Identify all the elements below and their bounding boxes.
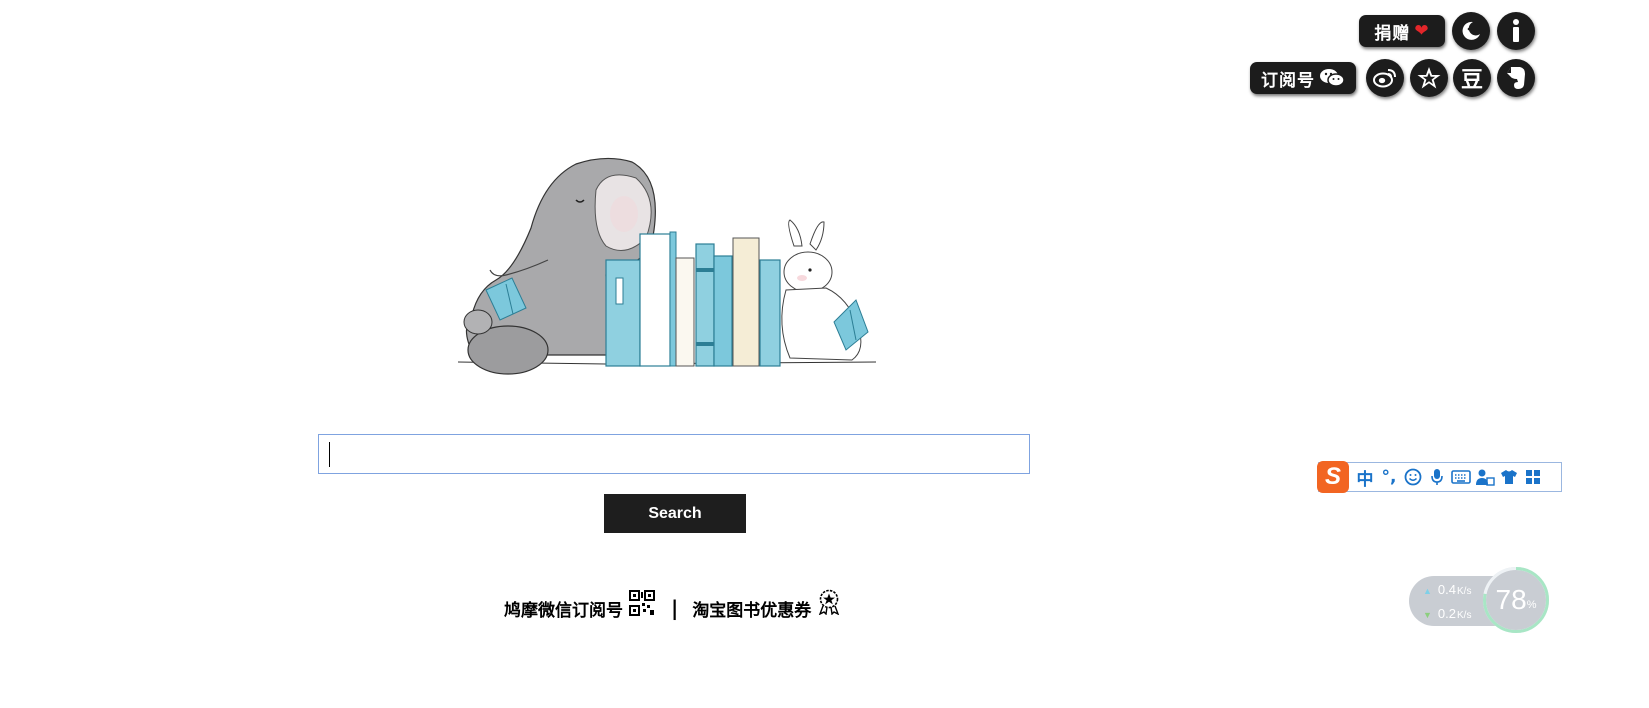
link-separator: | <box>671 596 679 620</box>
evernote-icon-svg <box>1507 67 1525 89</box>
reading-elephant-bunny-illustration <box>457 157 877 375</box>
wechat-subscribe-label: 鸠摩微信订阅号 <box>504 600 623 621</box>
subscribe-label: 订阅号 <box>1261 70 1315 91</box>
keyboard-icon[interactable] <box>1449 464 1473 490</box>
subscribe-button[interactable]: 订阅号 <box>1250 62 1356 94</box>
weibo-icon-svg <box>1373 69 1396 88</box>
ime-punct-toggle[interactable]: °, <box>1377 464 1401 490</box>
qr-code-icon <box>629 590 655 616</box>
douban-glyph: 豆 <box>1460 68 1483 93</box>
download-arrow-icon: ▼ <box>1423 610 1432 620</box>
download-value: 0.2 <box>1437 606 1456 621</box>
ime-mode-toggle[interactable]: 中 <box>1353 464 1377 490</box>
evernote-icon[interactable] <box>1497 59 1535 97</box>
donate-label: 捐赠 <box>1374 23 1411 44</box>
download-speed: ▼ 0.2 K/s <box>1423 606 1471 621</box>
memory-percent-value: 78 <box>1495 584 1527 615</box>
skin-icon[interactable] <box>1497 464 1521 490</box>
info-icon[interactable] <box>1497 12 1535 50</box>
upload-value: 0.4 <box>1437 582 1456 597</box>
wechat-subscribe-link[interactable]: 鸠摩微信订阅号 <box>504 590 655 621</box>
text-caret <box>329 442 330 467</box>
grid-icon[interactable] <box>1521 464 1545 490</box>
donate-button[interactable]: 捐赠 ❤ <box>1359 15 1445 47</box>
star-icon-svg <box>1417 67 1441 89</box>
heart-icon: ❤ <box>1414 21 1430 41</box>
upload-unit: K/s <box>1457 586 1472 597</box>
taobao-coupon-label: 淘宝图书优惠券 <box>692 600 812 621</box>
star-icon[interactable] <box>1410 59 1448 97</box>
memory-percent-unit: % <box>1526 599 1537 611</box>
search-input[interactable] <box>318 434 1030 474</box>
taobao-coupon-link[interactable]: 淘宝图书优惠券 <box>692 589 841 621</box>
moon-icon-svg <box>1462 21 1480 40</box>
douban-icon[interactable]: 豆 <box>1453 59 1491 97</box>
upload-speed: ▲ 0.4 K/s <box>1423 582 1471 597</box>
sogou-logo[interactable]: S <box>1317 460 1349 493</box>
mic-icon[interactable] <box>1425 464 1449 490</box>
emoji-icon[interactable] <box>1401 464 1425 490</box>
award-badge-icon <box>819 589 840 615</box>
weibo-icon[interactable] <box>1366 59 1404 97</box>
upload-arrow-icon: ▲ <box>1423 586 1432 596</box>
moon-icon[interactable] <box>1452 12 1490 50</box>
user-icon[interactable] <box>1473 464 1497 490</box>
memory-percent: 78 % <box>1481 565 1551 635</box>
search-button[interactable]: Search <box>604 494 746 533</box>
download-unit: K/s <box>1457 610 1472 621</box>
footer-links: 鸠摩微信订阅号 | 淘宝图书优惠券 <box>504 589 841 626</box>
wechat-icon <box>1319 68 1345 88</box>
info-icon-svg <box>1513 19 1519 42</box>
ime-toolbar: S 中 °, <box>1317 460 1562 493</box>
